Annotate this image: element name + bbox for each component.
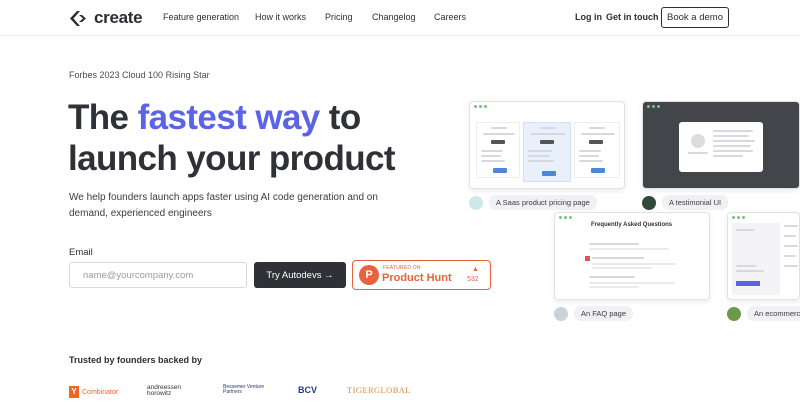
- caption-text: An FAQ page: [574, 306, 634, 321]
- try-autodevs-button[interactable]: Try Autodevs →: [254, 262, 346, 288]
- product-hunt-icon: P: [359, 265, 379, 285]
- window-dots: [647, 105, 660, 108]
- email-field[interactable]: name@yourcompany.com: [69, 262, 247, 288]
- faq-caption: An FAQ page: [554, 306, 634, 321]
- pricing-tier-highlighted: [523, 122, 571, 182]
- investor-logos: Y Combinator andreessen horowitz Besseme…: [69, 384, 429, 401]
- pricing-caption: A Saas product pricing page: [469, 195, 597, 210]
- nav-link-careers[interactable]: Careers: [434, 12, 466, 22]
- headline-accent: fastest way: [137, 98, 321, 137]
- pricing-tier: [476, 122, 520, 178]
- avatar: [469, 195, 483, 210]
- nav-link-feature-generation[interactable]: Feature generation: [163, 12, 255, 22]
- email-label: Email: [69, 247, 93, 258]
- logo-icon: [70, 10, 86, 26]
- product-hunt-name: Product Hunt: [382, 272, 452, 284]
- avatar: [554, 306, 568, 321]
- a16z-logo: andreessen horowitz: [147, 384, 181, 397]
- window-dots: [732, 216, 745, 219]
- product-hunt-count: 532: [467, 276, 479, 283]
- pricing-page-preview[interactable]: [469, 101, 625, 189]
- nav-link-how-it-works[interactable]: How it works: [255, 12, 325, 22]
- avatar: [727, 306, 741, 321]
- testimonial-caption: A testimonial UI: [642, 195, 729, 210]
- testimonial-box: [679, 122, 763, 172]
- nav-link-changelog[interactable]: Changelog: [372, 12, 434, 22]
- avatar: [642, 195, 656, 210]
- tiger-global-logo: TIGERGLOBAL: [347, 385, 411, 395]
- trusted-label: Trusted by founders backed by: [69, 355, 203, 365]
- get-in-touch-link[interactable]: Get in touch: [606, 12, 659, 22]
- bcv-logo: BCV: [298, 385, 318, 395]
- caption-text: A testimonial UI: [662, 195, 729, 210]
- brand-name: create: [94, 8, 143, 27]
- hero-headline: The fastest way to launch your product: [68, 97, 398, 179]
- headline-part-1: The: [68, 98, 138, 137]
- product-panel: [732, 223, 780, 295]
- book-demo-button[interactable]: Book a demo: [661, 7, 729, 28]
- login-link[interactable]: Log in: [575, 12, 602, 22]
- nav-link-pricing[interactable]: Pricing: [325, 12, 372, 22]
- ecommerce-caption: An ecommerce page: [727, 306, 800, 321]
- upvote-triangle-icon: ▲: [472, 266, 479, 273]
- window-dots: [559, 216, 572, 219]
- bessemer-logo: Bessemer Venture Partners: [223, 384, 265, 395]
- caption-text: A Saas product pricing page: [489, 195, 597, 210]
- hero-subtitle: We help founders launch apps faster usin…: [69, 192, 378, 219]
- nav-links: Feature generation How it works Pricing …: [163, 12, 466, 22]
- caption-text: An ecommerce page: [747, 306, 800, 321]
- product-hunt-featured: FEATURED ON: [383, 265, 421, 271]
- hero-eyebrow: Forbes 2023 Cloud 100 Rising Star: [69, 70, 210, 80]
- pricing-tier: [574, 122, 620, 178]
- faq-title: Frequently Asked Questions: [591, 222, 673, 228]
- faq-page-preview[interactable]: Frequently Asked Questions: [554, 212, 710, 300]
- testimonial-preview[interactable]: [642, 101, 800, 189]
- ecommerce-page-preview[interactable]: [727, 212, 800, 300]
- window-dots: [474, 105, 487, 108]
- ycombinator-logo: Y Combinator: [69, 385, 118, 399]
- top-nav: create Feature generation How it works P…: [0, 0, 800, 36]
- brand-logo[interactable]: create: [69, 8, 143, 28]
- product-hunt-badge[interactable]: P FEATURED ON Product Hunt ▲ 532: [352, 260, 491, 290]
